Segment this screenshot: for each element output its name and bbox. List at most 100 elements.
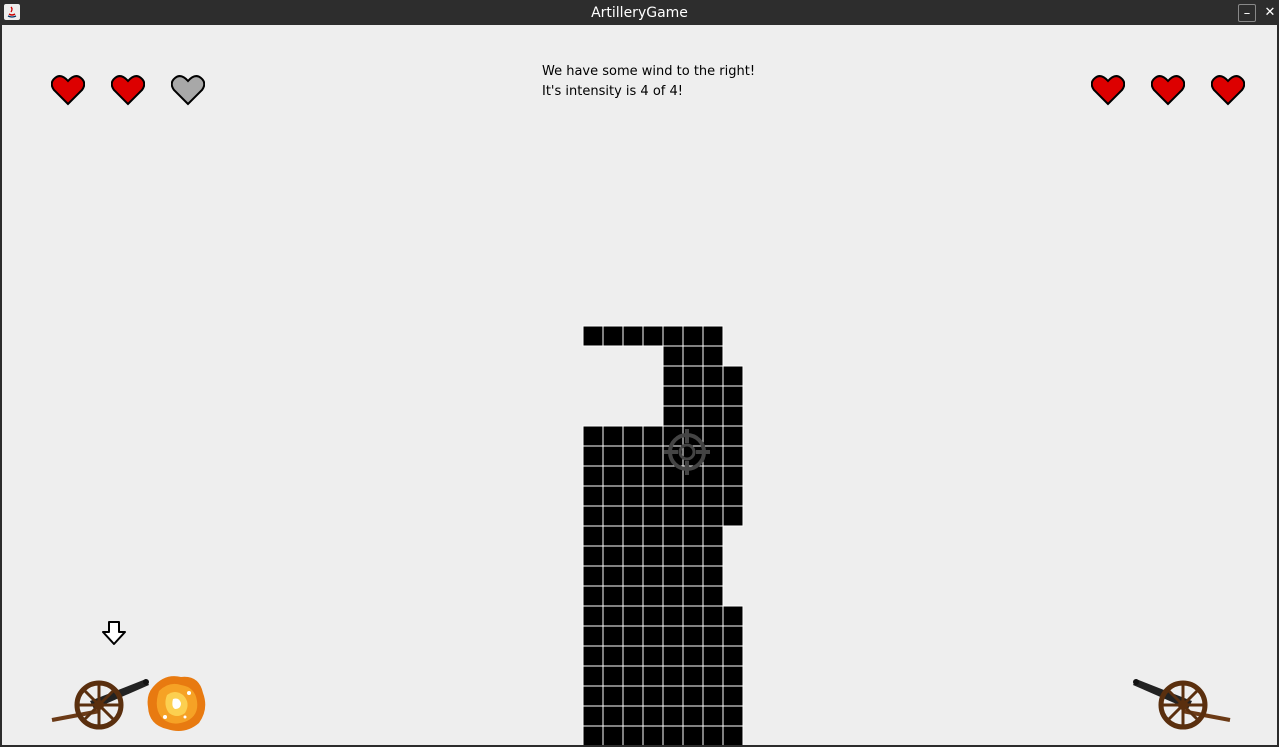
terrain-block <box>582 605 604 627</box>
terrain-block <box>682 525 704 547</box>
terrain-block <box>602 665 624 687</box>
terrain-block <box>682 565 704 587</box>
terrain-block <box>602 505 624 527</box>
terrain-block <box>702 405 724 427</box>
terrain-block <box>582 565 604 587</box>
terrain-block <box>642 725 664 745</box>
terrain-block <box>662 545 684 567</box>
terrain-block <box>642 605 664 627</box>
terrain-block <box>662 725 684 745</box>
terrain-block <box>622 565 644 587</box>
terrain-block <box>662 405 684 427</box>
terrain-block <box>602 465 624 487</box>
terrain-block <box>702 345 724 367</box>
minimize-button[interactable]: – <box>1238 4 1256 22</box>
terrain-block <box>722 485 744 507</box>
terrain-block <box>602 525 624 547</box>
terrain-block <box>702 505 724 527</box>
terrain-block <box>582 705 604 727</box>
terrain-block <box>602 685 624 707</box>
terrain-block <box>662 605 684 627</box>
terrain-block <box>722 465 744 487</box>
terrain-block <box>662 345 684 367</box>
terrain-block <box>702 365 724 387</box>
terrain-block <box>682 385 704 407</box>
terrain-block <box>682 605 704 627</box>
terrain-block <box>602 605 624 627</box>
terrain-block <box>702 325 724 347</box>
terrain-block <box>662 325 684 347</box>
terrain-block <box>722 365 744 387</box>
terrain-block <box>582 545 604 567</box>
terrain-block <box>582 725 604 745</box>
terrain-block <box>622 585 644 607</box>
terrain-block <box>602 645 624 667</box>
terrain-block <box>662 385 684 407</box>
terrain-block <box>602 545 624 567</box>
game-canvas[interactable]: We have some wind to the right! It's int… <box>2 25 1277 745</box>
terrain-block <box>682 505 704 527</box>
terrain-block <box>642 445 664 467</box>
terrain-block <box>722 665 744 687</box>
close-button[interactable]: ✕ <box>1261 4 1279 22</box>
terrain-block <box>602 585 624 607</box>
terrain-block <box>622 545 644 567</box>
down-arrow-icon <box>102 621 126 645</box>
terrain-block <box>682 485 704 507</box>
terrain-block <box>702 685 724 707</box>
terrain-block <box>622 485 644 507</box>
terrain-block <box>702 585 724 607</box>
terrain-block <box>722 725 744 745</box>
terrain-block <box>602 565 624 587</box>
terrain-block <box>722 505 744 527</box>
terrain-block <box>682 665 704 687</box>
game-window: ArtilleryGame – ✕ We have some wind to t… <box>0 0 1279 747</box>
terrain-block <box>602 485 624 507</box>
terrain-block <box>582 665 604 687</box>
terrain-block <box>722 445 744 467</box>
terrain-block <box>602 705 624 727</box>
terrain-block <box>722 685 744 707</box>
terrain-block <box>682 685 704 707</box>
terrain-block <box>582 325 604 347</box>
terrain-block <box>622 605 644 627</box>
terrain-block <box>662 705 684 727</box>
terrain-block <box>582 485 604 507</box>
terrain-block <box>722 625 744 647</box>
terrain-block <box>662 665 684 687</box>
title-bar: ArtilleryGame – ✕ <box>0 0 1279 25</box>
crosshair-icon <box>664 429 710 475</box>
terrain-block <box>662 685 684 707</box>
terrain-block <box>582 465 604 487</box>
terrain-block <box>702 625 724 647</box>
terrain-block <box>662 565 684 587</box>
terrain-block <box>702 545 724 567</box>
terrain-block <box>702 725 724 745</box>
terrain-block <box>682 705 704 727</box>
terrain-block <box>662 645 684 667</box>
terrain-block <box>722 405 744 427</box>
terrain-block <box>622 525 644 547</box>
terrain-block <box>622 625 644 647</box>
terrain-block <box>642 585 664 607</box>
terrain-block <box>642 505 664 527</box>
terrain-block <box>682 405 704 427</box>
terrain-block <box>582 685 604 707</box>
terrain-block <box>682 725 704 745</box>
terrain-block <box>622 705 644 727</box>
terrain-block <box>662 585 684 607</box>
terrain-block <box>622 645 644 667</box>
explosion-icon <box>147 676 206 731</box>
terrain-block <box>622 465 644 487</box>
terrain-block <box>702 525 724 547</box>
terrain-block <box>602 725 624 745</box>
terrain-block <box>702 705 724 727</box>
terrain-block <box>642 625 664 647</box>
terrain-block <box>722 385 744 407</box>
terrain-block <box>622 685 644 707</box>
terrain-block <box>602 625 624 647</box>
terrain-block <box>702 665 724 687</box>
terrain-block <box>722 425 744 447</box>
terrain-block <box>662 525 684 547</box>
terrain-block <box>682 585 704 607</box>
